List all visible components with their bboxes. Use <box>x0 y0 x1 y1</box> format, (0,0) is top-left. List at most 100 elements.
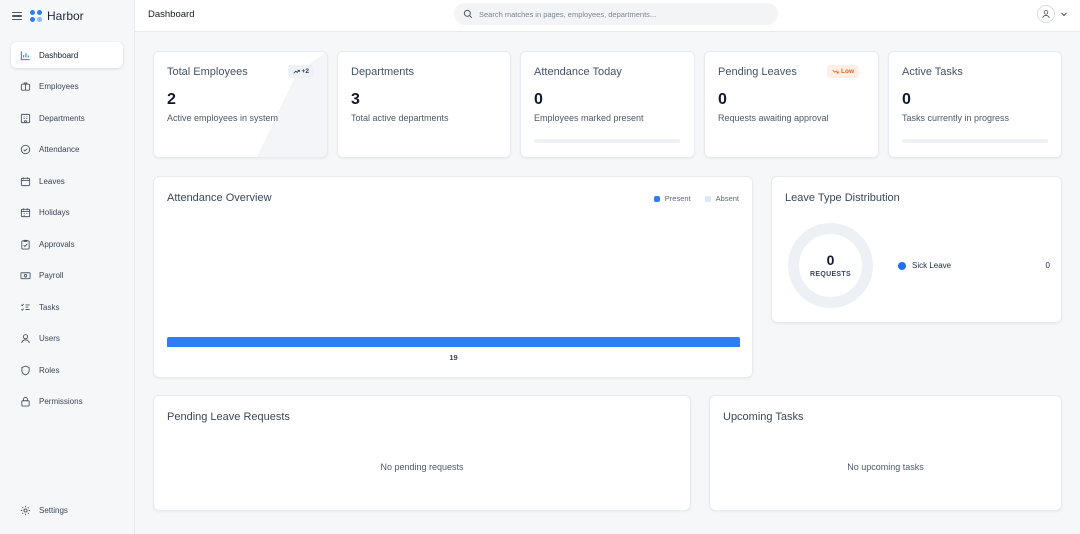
page-title: Dashboard <box>148 9 195 20</box>
menu-icon[interactable] <box>12 12 22 20</box>
section-title: Leave Type Distribution <box>785 192 900 204</box>
topbar: Dashboard <box>135 0 1080 32</box>
stat-card-pending-leaves: Pending Leaves Low 0 Requests awaiting a… <box>704 51 879 158</box>
legend-item-absent[interactable]: Absent <box>704 194 739 203</box>
stat-card-attendance-today: Attendance Today 0 Employees marked pres… <box>520 51 695 158</box>
brand-name: Harbor <box>47 9 84 23</box>
lock-icon <box>20 396 31 407</box>
sidebar-item-holidays[interactable]: Holidays <box>11 200 123 226</box>
section-title: Attendance Overview <box>167 192 272 204</box>
sidebar-item-payroll[interactable]: Payroll <box>11 263 123 289</box>
legend-swatch <box>653 195 660 202</box>
chart-legend: Present Absent <box>640 194 739 203</box>
clipboard-check-icon <box>20 239 31 250</box>
distribution-value: 0 <box>1045 261 1050 270</box>
logo-icon <box>30 10 42 22</box>
settings-section: Settings <box>11 497 123 529</box>
sidebar-item-label: Attendance <box>39 145 80 154</box>
sidebar-item-label: Departments <box>39 113 85 123</box>
sidebar-item-label: Dashboard <box>39 50 79 60</box>
legend-swatch <box>898 261 906 270</box>
legend-item-present[interactable]: Present <box>653 194 691 203</box>
empty-state: No pending requests <box>380 462 464 472</box>
stat-card-departments: Departments 3 Total active departments <box>337 51 511 158</box>
sidebar-item-label: Roles <box>39 365 60 375</box>
stat-card-active-tasks: Active Tasks 0 Tasks currently in progre… <box>888 51 1062 158</box>
bar-chart-icon <box>20 50 31 61</box>
user-icon <box>20 333 31 344</box>
sidebar-nav: Dashboard Employees Departments Attendan… <box>11 42 123 420</box>
donut-chart: 0 REQUESTS <box>788 223 873 308</box>
stat-title: Departments <box>351 66 414 78</box>
check-circle-icon <box>20 144 31 155</box>
briefcase-icon <box>20 81 31 92</box>
user-icon <box>1042 10 1050 19</box>
calendar-icon <box>20 176 31 187</box>
sidebar-item-employees[interactable]: Employees <box>11 74 123 100</box>
sidebar-item-label: Leaves <box>39 176 65 186</box>
sidebar-item-label: Users <box>39 334 60 343</box>
avatar[interactable] <box>1037 5 1055 23</box>
sidebar-item-label: Approvals <box>39 239 75 249</box>
sidebar-item-settings[interactable]: Settings <box>11 497 123 523</box>
section-title: Upcoming Tasks <box>723 411 804 423</box>
legend-swatch <box>704 195 711 202</box>
upcoming-tasks-card: Upcoming Tasks No upcoming tasks <box>709 395 1062 511</box>
sidebar: Harbor Dashboard Employees Departments A… <box>0 0 135 534</box>
sidebar-item-label: Payroll <box>39 271 64 280</box>
stat-value: 0 <box>718 91 727 108</box>
badge-label: Low <box>841 68 854 75</box>
stat-value: 3 <box>351 91 360 108</box>
leave-distribution-card: Leave Type Distribution 0 REQUESTS Sick … <box>771 176 1062 323</box>
sidebar-item-label: Holidays <box>39 208 70 217</box>
stat-value: 0 <box>902 91 911 108</box>
sidebar-item-attendance[interactable]: Attendance <box>11 137 123 163</box>
search-input[interactable] <box>479 9 759 19</box>
sidebar-item-roles[interactable]: Roles <box>11 357 123 383</box>
list-check-icon <box>20 302 31 313</box>
pending-leave-requests-card: Pending Leave Requests No pending reques… <box>153 395 691 511</box>
empty-state: No upcoming tasks <box>847 462 924 472</box>
search-bar[interactable] <box>454 3 778 25</box>
chevron-down-icon <box>1061 12 1067 17</box>
stat-title: Pending Leaves <box>718 66 797 78</box>
stat-subtitle: Total active departments <box>351 113 449 123</box>
sidebar-item-approvals[interactable]: Approvals <box>11 231 123 257</box>
attendance-overview-card: Attendance Overview Present Absent 19 <box>153 176 753 378</box>
donut-label: REQUESTS <box>810 271 851 278</box>
gear-icon <box>20 505 31 516</box>
stat-title: Active Tasks <box>902 66 963 78</box>
stat-value: 2 <box>167 91 176 108</box>
user-menu[interactable] <box>1037 5 1068 23</box>
stat-subtitle: Tasks currently in progress <box>902 113 1010 123</box>
sidebar-item-label: Employees <box>39 82 79 91</box>
sidebar-item-users[interactable]: Users <box>11 326 123 352</box>
distribution-label: Sick Leave <box>912 261 952 270</box>
sidebar-item-permissions[interactable]: Permissions <box>11 389 123 415</box>
sidebar-item-label: Permissions <box>39 397 83 406</box>
progress-bar <box>534 139 680 143</box>
distribution-row-sick-leave: Sick Leave 0 <box>898 261 1050 270</box>
trend-badge: +2 <box>287 65 314 78</box>
sidebar-item-tasks[interactable]: Tasks <box>11 294 123 320</box>
stat-subtitle: Employees marked present <box>534 113 644 123</box>
progress-bar <box>902 139 1048 143</box>
bar-label: 19 <box>449 353 458 362</box>
priority-badge: Low <box>827 65 859 78</box>
calendar-grid-icon <box>20 207 31 218</box>
sidebar-item-departments[interactable]: Departments <box>11 105 123 131</box>
stat-title: Total Employees <box>167 66 248 78</box>
stat-subtitle: Requests awaiting approval <box>718 113 829 123</box>
brand: Harbor <box>12 9 84 23</box>
badge-label: +2 <box>301 68 309 75</box>
stat-card-total-employees: Total Employees +2 2 Active employees in… <box>153 51 328 158</box>
building-icon <box>20 113 31 124</box>
stat-value: 0 <box>534 91 543 108</box>
chart-bar-present[interactable] <box>167 337 740 347</box>
legend-label: Present <box>664 194 691 203</box>
sidebar-item-dashboard[interactable]: Dashboard <box>11 42 123 68</box>
banknote-icon <box>20 270 31 281</box>
sidebar-item-leaves[interactable]: Leaves <box>11 168 123 194</box>
search-icon <box>463 9 473 19</box>
section-title: Pending Leave Requests <box>167 411 290 423</box>
